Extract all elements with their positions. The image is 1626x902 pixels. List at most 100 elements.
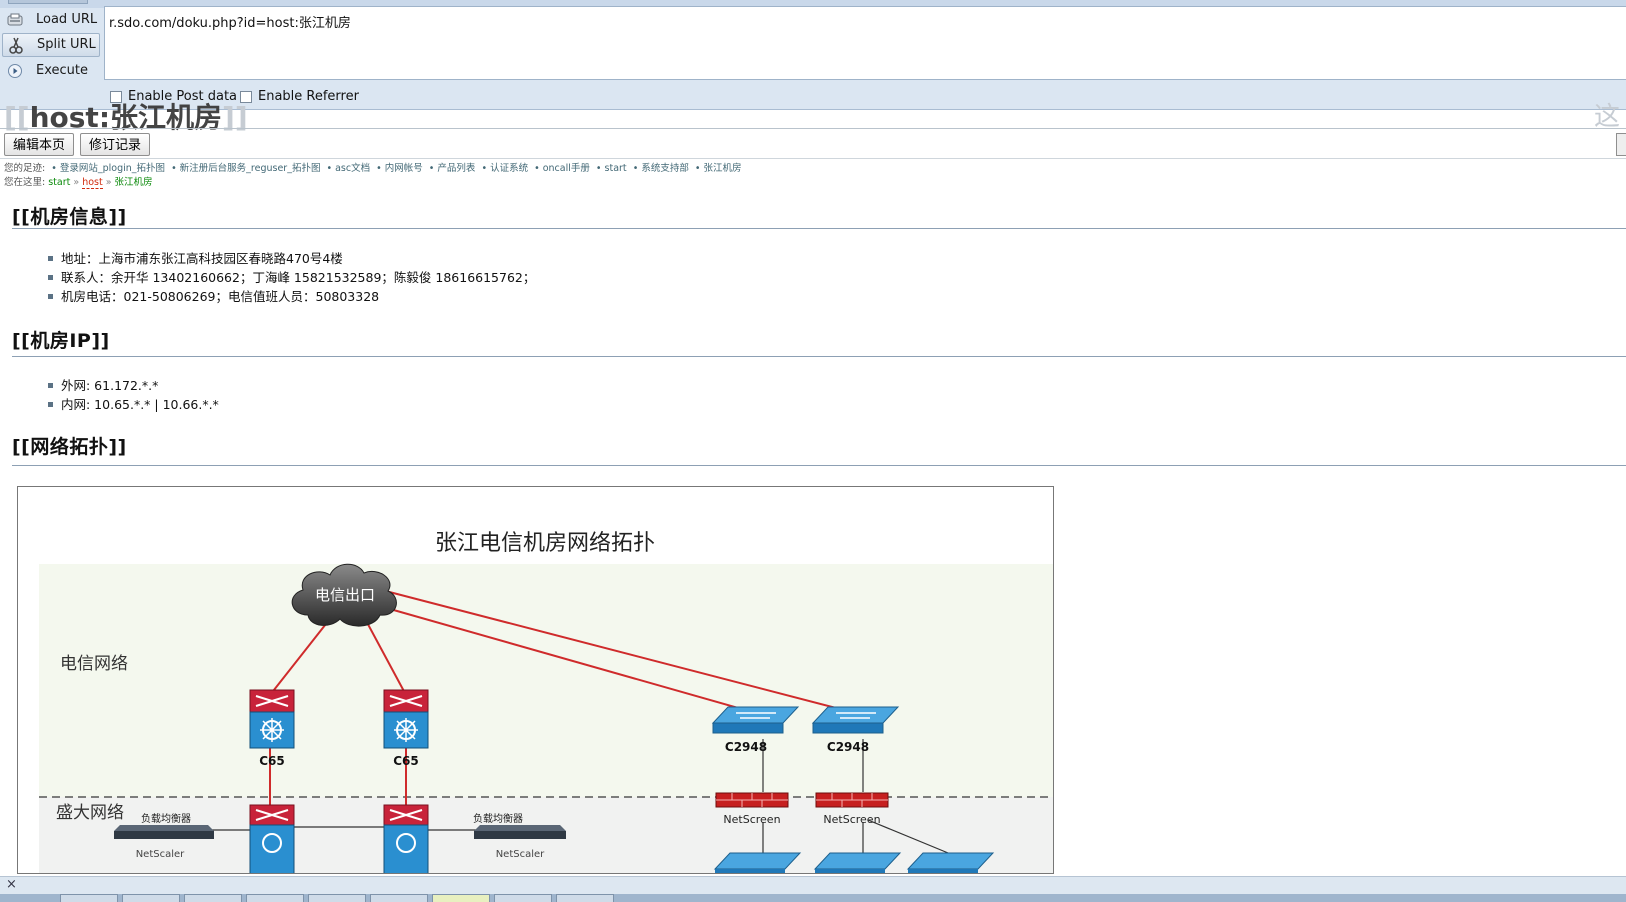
load-url-label: Load URL xyxy=(36,12,98,27)
you-are-here-label: 您在这里: xyxy=(4,177,46,188)
trace-link[interactable]: 认证系统 xyxy=(490,163,528,174)
enable-referrer-checkbox[interactable]: Enable Referrer xyxy=(240,89,359,104)
execute-button[interactable]: Execute xyxy=(2,59,100,83)
telecom-zone-label: 电信网络 xyxy=(60,654,128,674)
load-balancer-icon xyxy=(114,825,214,839)
load-balancer-label: 负载均衡器 xyxy=(473,812,523,825)
trace-link[interactable]: 登录网站_plogin_拓扑图 xyxy=(60,163,165,174)
trace-link[interactable]: 产品列表 xyxy=(437,163,475,174)
network-topology-diagram: 张江电信机房网络拓扑 电信网络 盛大网络 电信出口 C65 C65 C2948 … xyxy=(17,486,1054,874)
you-are-here: 您在这里: start» host» 张江机房 xyxy=(4,174,153,189)
find-bar: × xyxy=(0,876,1626,894)
trace-bullet: • xyxy=(481,163,488,174)
trace-bullet: • xyxy=(694,163,701,174)
taskbar-item[interactable] xyxy=(122,894,180,902)
list-item: 地址：上海市浦东张江高科技园区春晓路470号4楼 xyxy=(48,249,535,268)
crumb-start[interactable]: start xyxy=(48,177,70,188)
load-balancer-label: 负载均衡器 xyxy=(141,812,191,825)
load-url-icon xyxy=(6,11,24,29)
cloud-label: 电信出口 xyxy=(315,586,375,604)
firewall-icon xyxy=(715,792,789,808)
core-switch-icon xyxy=(383,689,429,749)
list-item: 内网: 10.65.*.* | 10.66.*.* xyxy=(48,395,219,414)
section-heading-room-ip: [[机房IP]] xyxy=(12,330,110,352)
trace-label: 您的足迹: xyxy=(4,163,46,174)
core-switch-label: C65 xyxy=(259,754,285,768)
firewall-icon xyxy=(815,792,889,808)
taskbar-item[interactable] xyxy=(556,894,614,902)
split-url-button[interactable]: Split URL xyxy=(2,33,100,57)
core-switch-icon xyxy=(249,804,295,873)
trace-bullet: • xyxy=(326,163,333,174)
core-switch-label: C65 xyxy=(393,754,419,768)
trace-bullet: • xyxy=(51,163,57,174)
access-switch-label: C2948 xyxy=(725,740,767,754)
trace-bullet: • xyxy=(428,163,435,174)
section-rule xyxy=(12,228,1626,229)
access-switch-label: C2948 xyxy=(827,740,869,754)
load-balancer-icon xyxy=(474,825,566,839)
trace-link[interactable]: asc文档 xyxy=(335,163,370,174)
list-item: 外网: 61.172.*.* xyxy=(48,376,219,395)
crumb-separator: » xyxy=(73,177,80,188)
trace-link[interactable]: 系统支持部 xyxy=(641,163,689,174)
taskbar-item[interactable] xyxy=(494,894,552,902)
trace-divider xyxy=(0,158,1626,159)
taskbar-item[interactable] xyxy=(370,894,428,902)
page-title: [[host:张江机房]] xyxy=(4,96,248,136)
close-icon[interactable]: × xyxy=(6,877,17,893)
list-item: 机房电话：021-50806269；电信值班人员：50803328 xyxy=(48,287,535,306)
header-divider xyxy=(0,128,1626,129)
room-ip-list: 外网: 61.172.*.* 内网: 10.65.*.* | 10.66.*.* xyxy=(48,376,219,414)
trace-link[interactable]: 张江机房 xyxy=(703,163,741,174)
taskbar-item[interactable] xyxy=(308,894,366,902)
core-switch-icon xyxy=(249,689,295,749)
url-value: r.sdo.com/doku.php?id=host:张江机房 xyxy=(109,16,351,31)
list-item: 联系人：余开华 13402160662；丁海峰 15821532589；陈毅俊 … xyxy=(48,268,535,287)
firewall-label: NetScreen xyxy=(723,813,780,826)
right-toolbar-button[interactable] xyxy=(1616,133,1626,156)
trace-link[interactable]: 内网帐号 xyxy=(385,163,423,174)
taskbar-item[interactable] xyxy=(246,894,304,902)
section-rule xyxy=(12,356,1626,357)
room-info-list: 地址：上海市浦东张江高科技园区春晓路470号4楼 联系人：余开华 1340216… xyxy=(48,249,535,306)
hackbar-toolbar: Load URL Split URL Execute r.sdo.com/dok… xyxy=(0,0,1626,110)
taskbar-item[interactable] xyxy=(184,894,242,902)
load-url-button[interactable]: Load URL xyxy=(2,8,100,32)
split-url-icon xyxy=(7,36,25,54)
trace-bullet: • xyxy=(376,163,382,174)
taskbar-item[interactable] xyxy=(60,894,118,902)
section-heading-topology: [[网络拓扑]] xyxy=(12,436,127,458)
execute-label: Execute xyxy=(36,63,88,78)
crumb-separator: » xyxy=(105,177,112,188)
taskbar-item-active[interactable] xyxy=(432,894,490,902)
revisions-button[interactable]: 修订记录 xyxy=(80,133,151,156)
breadcrumb-trace: 您的足迹: • 登录网站_plogin_拓扑图 • 新注册后台服务_reguser_… xyxy=(4,160,741,174)
crumb-host[interactable]: host xyxy=(82,177,103,189)
url-textarea[interactable]: r.sdo.com/doku.php?id=host:张江机房 xyxy=(104,6,1626,80)
hackbar-tab-stub[interactable] xyxy=(8,0,88,4)
trace-link[interactable]: start xyxy=(605,163,627,174)
trace-link[interactable]: 新注册后台服务_reguser_拓扑图 xyxy=(180,163,321,174)
firewall-label: NetScreen xyxy=(823,813,880,826)
taskbar xyxy=(0,894,1626,902)
enable-referrer-label: Enable Referrer xyxy=(258,89,359,104)
telecom-zone-bg xyxy=(39,564,1053,797)
load-balancer-model: NetScaler xyxy=(496,849,545,860)
page-title-open: [[ xyxy=(4,101,30,134)
section-heading-room-info: [[机房信息]] xyxy=(12,206,127,228)
core-switch-icon xyxy=(383,804,429,873)
section-rule xyxy=(12,465,1626,466)
trace-link[interactable]: oncall手册 xyxy=(543,163,590,174)
page-title-close: ]] xyxy=(222,101,248,134)
crumb-current[interactable]: 张江机房 xyxy=(115,177,153,188)
trace-bullet: • xyxy=(595,163,602,174)
topology-svg: 张江电信机房网络拓扑 电信网络 盛大网络 电信出口 C65 C65 C2948 … xyxy=(39,531,1053,873)
trace-bullet: • xyxy=(632,163,639,174)
edit-page-button[interactable]: 编辑本页 xyxy=(4,133,75,156)
split-url-label: Split URL xyxy=(37,37,96,52)
shanda-zone-label: 盛大网络 xyxy=(56,803,124,823)
load-balancer-model: NetScaler xyxy=(136,849,185,860)
trace-bullet: • xyxy=(171,163,177,174)
page-title-text: host:张江机房 xyxy=(29,101,223,134)
